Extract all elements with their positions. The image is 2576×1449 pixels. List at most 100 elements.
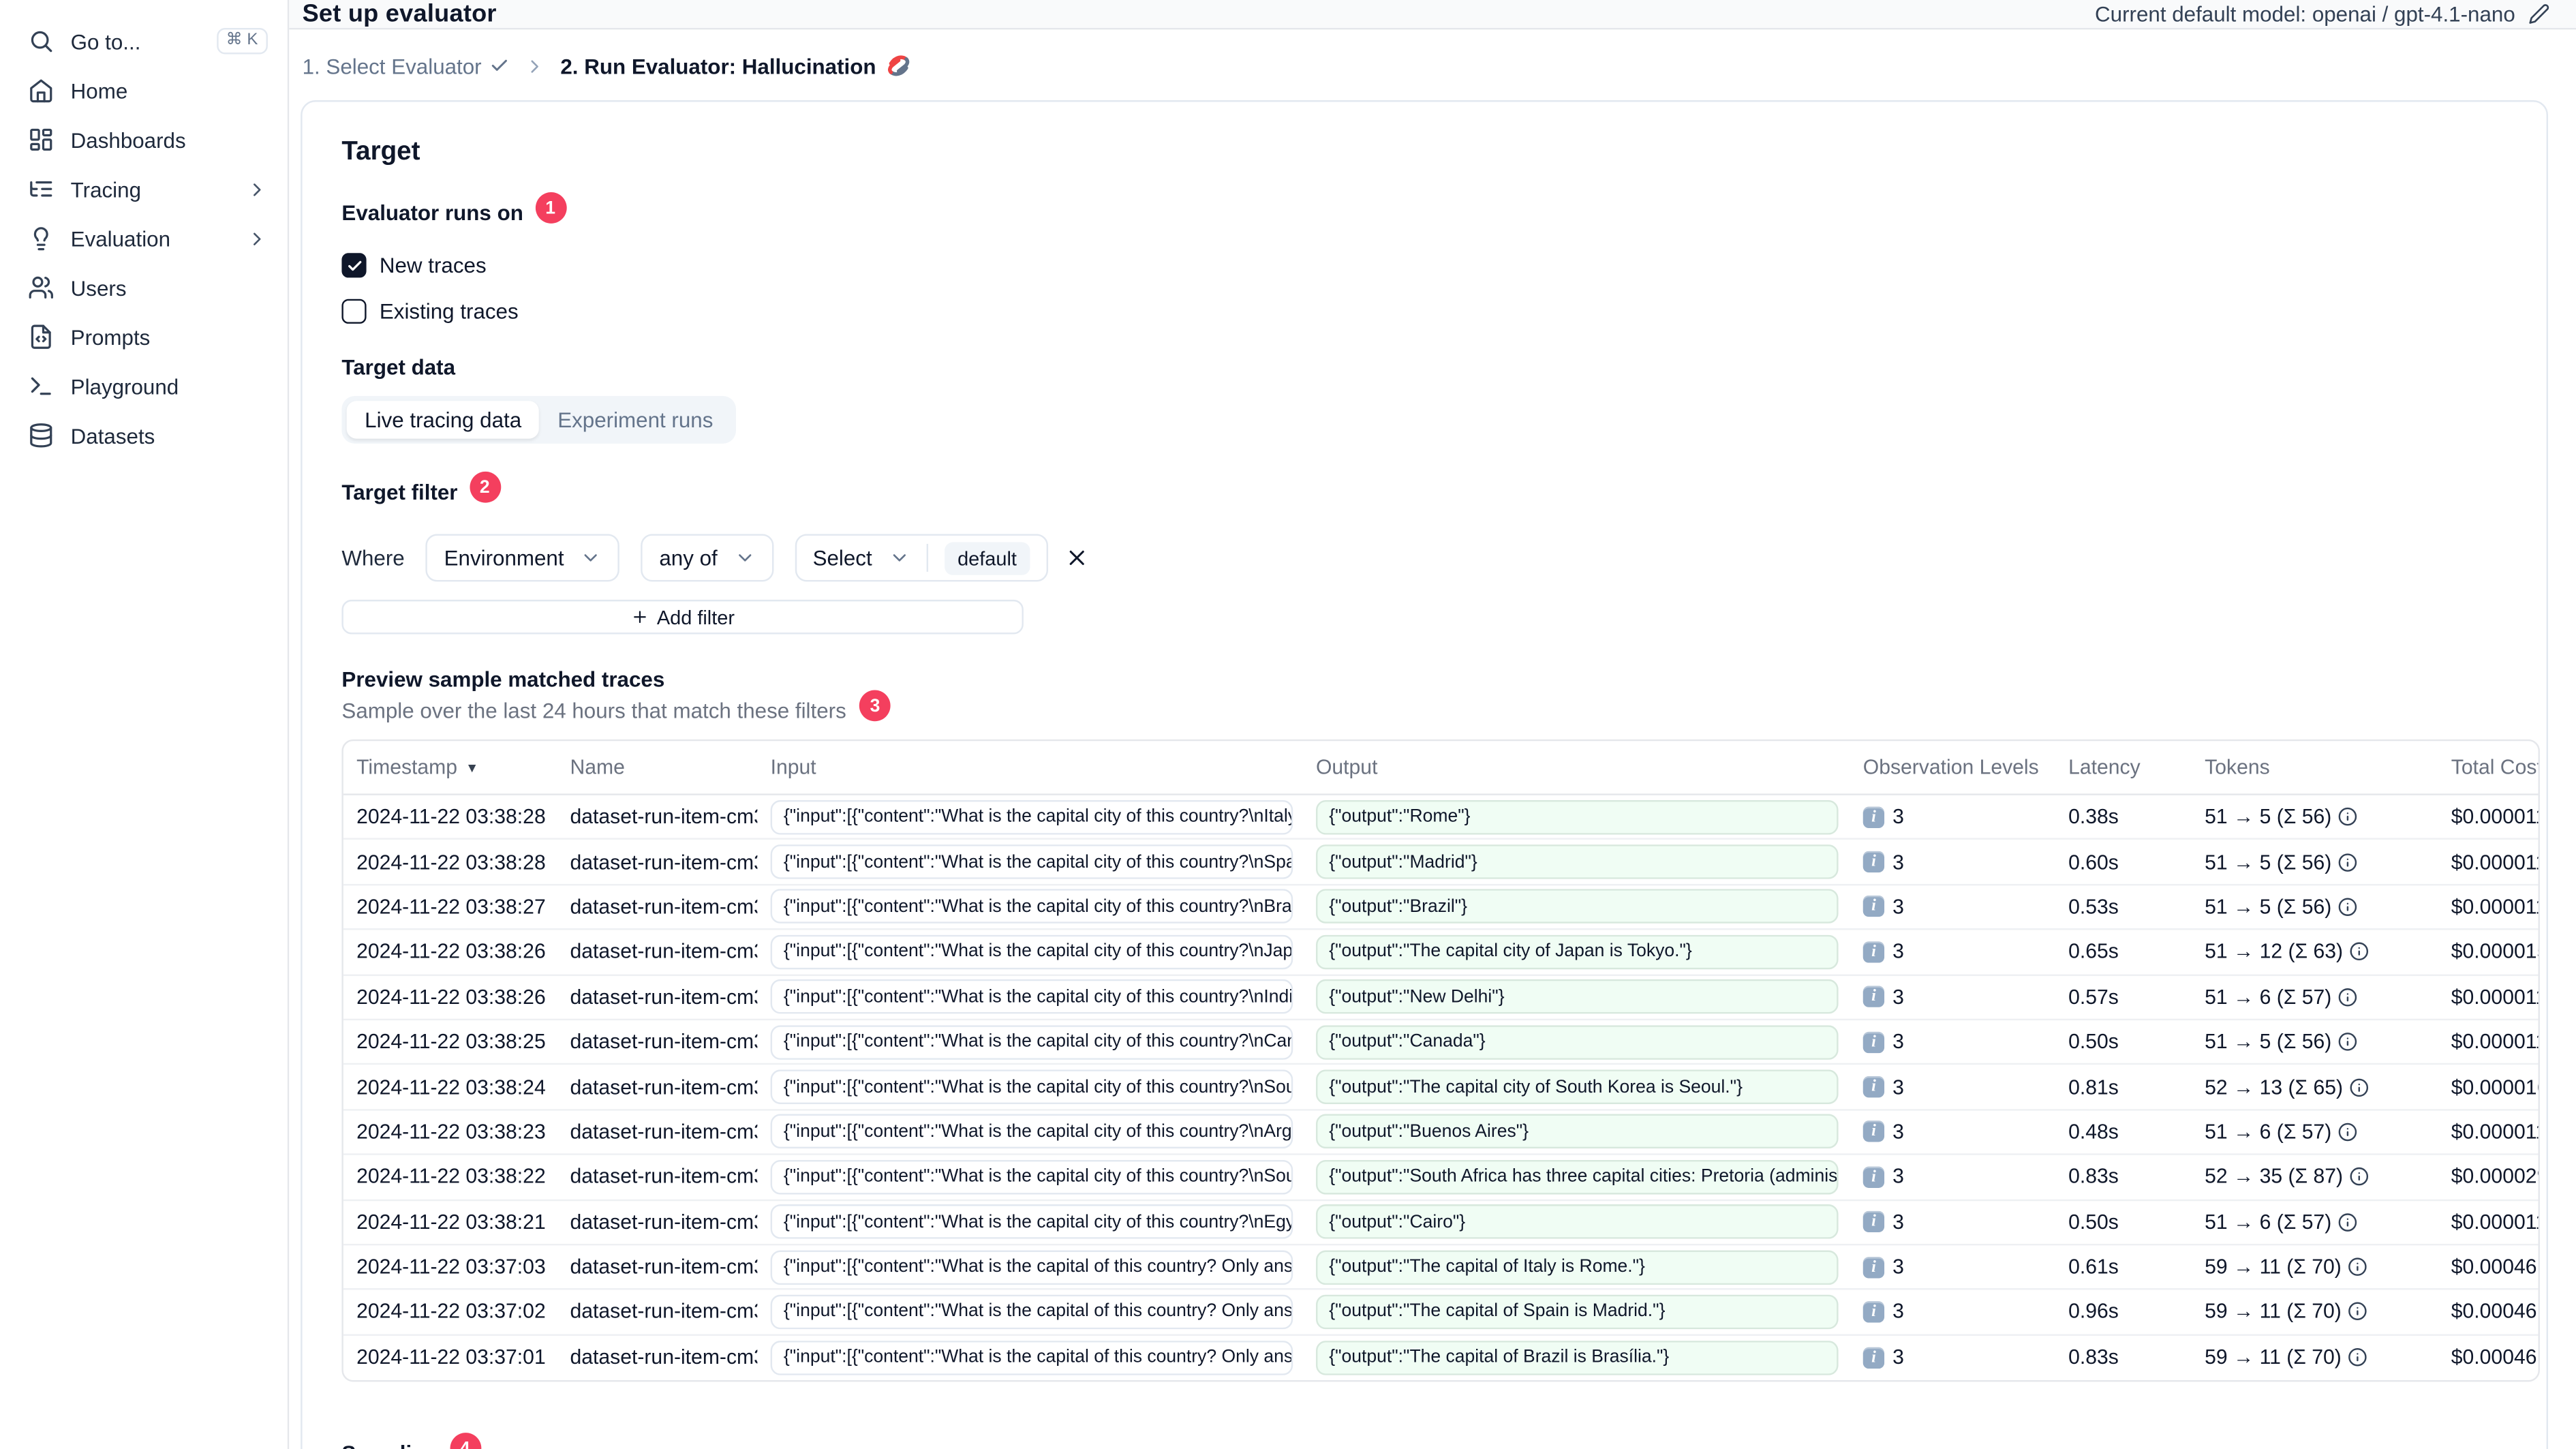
sidebar-item-prompts[interactable]: Prompts [0, 312, 288, 361]
goto-label: Go to... [70, 29, 141, 54]
cell-tokens: 52 → 35 (Σ 87) [2192, 1165, 2438, 1189]
cell-timestamp: 2024-11-22 03:38:21 [356, 1210, 546, 1234]
filter-value-select[interactable]: Select default [795, 534, 1048, 582]
cell-output: {"output":"South Africa has three capita… [1303, 1159, 1850, 1195]
sidebar-item-home[interactable]: Home [0, 65, 288, 115]
sidebar-item-dashboards[interactable]: Dashboards [0, 115, 288, 164]
filter-field-select[interactable]: Environment [426, 534, 620, 582]
cell-total-cost: $0.000011 ( [2451, 1030, 2540, 1054]
info-emoji-icon: i [1862, 1211, 1885, 1233]
column-header-timestamp[interactable]: Timestamp ▼ [343, 756, 557, 779]
tracing-icon [28, 176, 55, 202]
new-traces-checkbox[interactable]: New traces [341, 253, 487, 278]
tab-live-tracing-data[interactable]: Live tracing data [346, 401, 540, 439]
info-emoji-icon: i [1862, 1301, 1885, 1323]
table-row[interactable]: 2024-11-22 03:37:01 dataset-run-item-cm3s… [343, 1335, 2539, 1380]
breadcrumb-step-2[interactable]: 2. Run Evaluator: Hallucination [560, 52, 912, 79]
sampling-label-row: Sampling 4 [341, 1433, 2506, 1449]
cell-output: {"output":"The capital of Italy is Rome.… [1303, 1249, 1850, 1285]
table-row[interactable]: 2024-11-22 03:38:28 dataset-run-item-cm3s… [343, 795, 2539, 840]
cell-output: {"output":"New Delhi"} [1303, 979, 1850, 1015]
table-row[interactable]: 2024-11-22 03:38:27 dataset-run-item-cm3s… [343, 885, 2539, 930]
cell-name: dataset-run-item-cm3s4 [570, 1255, 758, 1279]
info-circle-icon [2348, 1302, 2367, 1322]
target-card: Target Evaluator runs on 1 New traces Ex… [301, 100, 2549, 1449]
page-header: Set up evaluator Current default model: … [289, 0, 2576, 30]
sidebar: Go to... ⌘ K Home Dashboards Tracing Eva… [0, 0, 290, 1449]
column-header-name: Name [570, 755, 625, 779]
runs-on-label-row: Evaluator runs on 1 [341, 192, 2506, 232]
add-filter-button[interactable]: Add filter [341, 599, 1024, 635]
remove-filter-button[interactable] [1064, 543, 1094, 573]
cell-input: {"input":[{"content":"What is the capita… [757, 1340, 1302, 1375]
sidebar-item-playground[interactable]: Playground [0, 361, 288, 410]
filter-value-chip: default [944, 541, 1030, 575]
cell-name: dataset-run-item-cm3s4 [570, 940, 758, 964]
tab-experiment-runs[interactable]: Experiment runs [540, 401, 731, 438]
chevron-down-icon [734, 547, 755, 568]
knot-emoji-icon [886, 52, 913, 79]
column-header-total-cost: Total Cost [2451, 755, 2540, 779]
edit-model-icon[interactable] [2528, 3, 2549, 25]
cell-input: {"input":[{"content":"What is the capita… [757, 979, 1302, 1015]
table-row[interactable]: 2024-11-22 03:37:03 dataset-run-item-cm3s… [343, 1245, 2539, 1291]
chevron-right-icon [247, 228, 268, 249]
sidebar-item-evaluation[interactable]: Evaluation [0, 213, 288, 262]
table-row[interactable]: 2024-11-22 03:37:02 dataset-run-item-cm3s… [343, 1290, 2539, 1336]
content-area: 1. Select Evaluator 2. Run Evaluator: Ha… [289, 29, 2576, 1449]
info-circle-icon [2338, 987, 2358, 1007]
cell-observation-levels: i3 [1850, 1165, 2055, 1189]
cell-tokens: 51 → 6 (Σ 57) [2192, 1210, 2438, 1234]
table-row[interactable]: 2024-11-22 03:38:21 dataset-run-item-cm3s… [343, 1200, 2540, 1246]
breadcrumb-step-1[interactable]: 1. Select Evaluator [303, 53, 510, 78]
app-window: Go to... ⌘ K Home Dashboards Tracing Eva… [0, 0, 2576, 1449]
cell-name: dataset-run-item-cm3s4 [570, 985, 758, 1009]
cell-latency: 0.48s [2068, 1120, 2119, 1144]
cell-timestamp: 2024-11-22 03:38:28 [356, 805, 546, 829]
cell-latency: 0.50s [2068, 1030, 2119, 1054]
table-row[interactable]: 2024-11-22 03:38:22 dataset-run-item-cm3s… [343, 1155, 2539, 1201]
cell-total-cost: $0.000011 ( [2451, 895, 2540, 919]
cell-total-cost: $0.00046 ( [2451, 1346, 2540, 1370]
info-emoji-icon: i [1862, 806, 1885, 828]
table-row[interactable]: 2024-11-22 03:38:25 dataset-run-item-cm3s… [343, 1020, 2539, 1065]
sidebar-item-tracing[interactable]: Tracing [0, 164, 288, 213]
table-body: 2024-11-22 03:38:28 dataset-run-item-cm3s… [343, 795, 2539, 1380]
column-header-latency: Latency [2068, 755, 2141, 779]
cell-latency: 0.81s [2068, 1075, 2119, 1099]
cell-input: {"input":[{"content":"What is the capita… [757, 889, 1302, 924]
plus-icon [633, 611, 646, 624]
table-row[interactable]: 2024-11-22 03:38:26 dataset-run-item-cm3s… [343, 975, 2539, 1020]
chevron-down-icon [889, 547, 910, 568]
table-row[interactable]: 2024-11-22 03:38:24 dataset-run-item-cm3s… [343, 1065, 2539, 1111]
cell-tokens: 51 → 6 (Σ 57) [2192, 1120, 2438, 1144]
default-model-label: Current default model: openai / gpt-4.1-… [2095, 1, 2515, 27]
cell-observation-levels: i3 [1850, 896, 2055, 919]
target-data-tabs: Live tracing data Experiment runs [341, 395, 737, 444]
cell-latency: 0.57s [2068, 985, 2119, 1009]
cell-latency: 0.38s [2068, 805, 2119, 829]
goto-search[interactable]: Go to... ⌘ K [0, 16, 288, 65]
info-circle-icon [2338, 852, 2358, 872]
cell-latency: 0.60s [2068, 850, 2119, 874]
filter-operator-select[interactable]: any of [641, 534, 773, 582]
cell-name: dataset-run-item-cm3s4 [570, 1300, 758, 1324]
table-row[interactable]: 2024-11-22 03:38:28 dataset-run-item-cm3s… [343, 840, 2539, 885]
table-row[interactable]: 2024-11-22 03:38:23 dataset-run-item-cm3s… [343, 1110, 2539, 1156]
cell-total-cost: $0.000011 ( [2451, 985, 2540, 1009]
sidebar-item-datasets[interactable]: Datasets [0, 411, 288, 460]
cell-name: dataset-run-item-cm3s4 [570, 850, 758, 874]
cell-name: dataset-run-item-cm3s4 [570, 1075, 758, 1099]
cell-output: {"output":"Buenos Aires"} [1303, 1114, 1850, 1150]
sidebar-item-users[interactable]: Users [0, 263, 288, 312]
info-circle-icon [2338, 1032, 2358, 1052]
cell-name: dataset-run-item-cm3s4 [570, 1210, 758, 1234]
cell-total-cost: $0.000011 ( [2451, 1210, 2540, 1234]
cell-input: {"input":[{"content":"What is the capita… [757, 844, 1302, 879]
cell-tokens: 59 → 11 (Σ 70) [2192, 1255, 2438, 1279]
existing-traces-checkbox[interactable]: Existing traces [341, 299, 519, 324]
table-row[interactable]: 2024-11-22 03:38:26 dataset-run-item-cm3s… [343, 930, 2539, 975]
info-circle-icon [2338, 897, 2358, 917]
cell-timestamp: 2024-11-22 03:38:26 [356, 940, 546, 964]
cell-input: {"input":[{"content":"What is the capita… [757, 1249, 1302, 1285]
